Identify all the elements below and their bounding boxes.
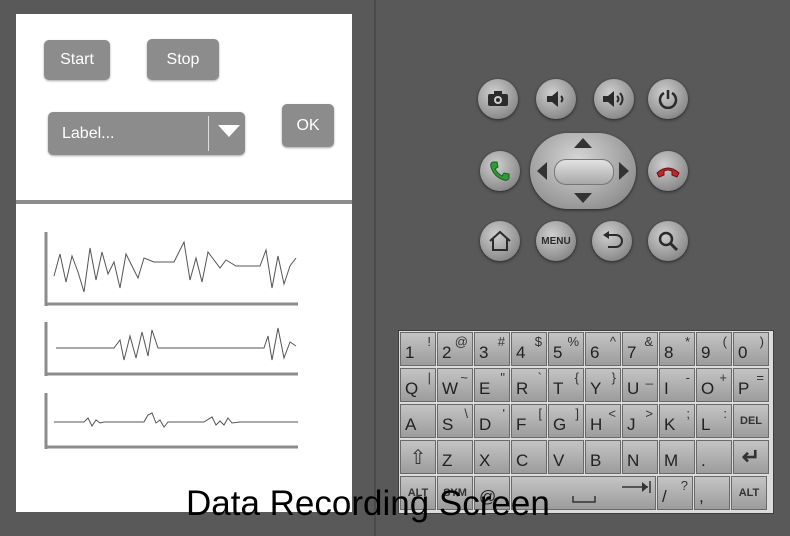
key-o[interactable]: O + (696, 368, 732, 402)
key-g[interactable]: G] (548, 404, 584, 438)
volume-down-button[interactable] (536, 79, 576, 119)
key-t[interactable]: T{ (548, 368, 584, 402)
arrow-down-icon (574, 193, 592, 203)
key-z[interactable]: Z (437, 440, 473, 474)
home-icon (489, 230, 511, 251)
key-5[interactable]: 5% (548, 332, 584, 366)
key-u[interactable]: U _ (622, 368, 658, 402)
spinner-divider (208, 116, 209, 151)
key-p[interactable]: P = (733, 368, 769, 402)
space-icon (572, 496, 596, 503)
key-6[interactable]: 6 ^ (585, 332, 621, 366)
key-y[interactable]: Y} (585, 368, 621, 402)
device-controls-panel: MENU 1! 2 @ 3 # 4 $ 5% 6 ^ 7 & 8 * 9( 0) Q | W ~ (374, 0, 790, 536)
dpad-center-button[interactable] (554, 159, 614, 185)
key-x[interactable]: X (474, 440, 510, 474)
key-comma[interactable]: , (694, 476, 730, 510)
arrow-right-icon (619, 162, 629, 180)
key-b[interactable]: B (585, 440, 621, 474)
enter-icon: ↵ (741, 444, 761, 469)
key-w[interactable]: W ~ (437, 368, 473, 402)
key-a[interactable]: A (400, 404, 436, 438)
call-icon (490, 161, 510, 181)
app-screen: Start Stop Label... OK (16, 14, 352, 512)
volume-down-icon (547, 91, 564, 107)
key-8[interactable]: 8 * (659, 332, 695, 366)
signal-graph-3 (44, 393, 300, 451)
key-enter[interactable]: ↵ (733, 440, 769, 474)
dpad[interactable] (530, 133, 636, 209)
key-7[interactable]: 7 & (622, 332, 658, 366)
keyboard-row-2: Q | W ~ E " R ` T{ Y} U _ I- O + P = (399, 367, 769, 403)
key-i[interactable]: I- (659, 368, 695, 402)
keyboard-row-3: A S \ D ' F[ G] H < J > K; L: DEL (399, 403, 769, 439)
spinner-value: Label... (62, 124, 115, 142)
power-button[interactable] (648, 79, 688, 119)
chevron-down-icon (218, 125, 240, 137)
key-q[interactable]: Q | (400, 368, 436, 402)
keyboard-row-4: ⇧ Z X C V B N M . ↵ (399, 439, 769, 475)
back-button[interactable] (592, 221, 632, 261)
back-icon (603, 231, 623, 248)
delete-icon: DEL (740, 415, 762, 427)
key-4[interactable]: 4 $ (511, 332, 547, 366)
power-icon (658, 90, 678, 109)
screen-caption: Data Recording Screen (186, 484, 550, 523)
menu-button[interactable]: MENU (536, 221, 576, 261)
signal-graph-1 (44, 232, 300, 308)
start-button[interactable]: Start (44, 40, 110, 80)
key-n[interactable]: N (622, 440, 658, 474)
key-del[interactable]: DEL (733, 404, 769, 438)
key-f[interactable]: F[ (511, 404, 547, 438)
search-icon (658, 231, 679, 252)
home-button[interactable] (480, 221, 520, 261)
shift-icon: ⇧ (409, 446, 427, 469)
key-d[interactable]: D ' (474, 404, 510, 438)
ok-button[interactable]: OK (282, 104, 334, 147)
tab-icon (622, 481, 651, 493)
key-e[interactable]: E " (474, 368, 510, 402)
volume-up-button[interactable] (594, 79, 634, 119)
key-v[interactable]: V (548, 440, 584, 474)
key-c[interactable]: C (511, 440, 547, 474)
search-button[interactable] (648, 221, 688, 261)
camera-button[interactable] (478, 79, 518, 119)
key-0[interactable]: 0) (733, 332, 769, 366)
signal-graph-2 (44, 322, 300, 378)
key-s[interactable]: S \ (437, 404, 473, 438)
arrow-up-icon (574, 138, 592, 148)
keyboard-row-1: 1! 2 @ 3 # 4 $ 5% 6 ^ 7 & 8 * 9( 0) (399, 331, 769, 367)
arrow-left-icon (537, 162, 547, 180)
key-k[interactable]: K; (659, 404, 695, 438)
key-r[interactable]: R ` (511, 368, 547, 402)
section-divider (16, 200, 352, 204)
label-spinner[interactable]: Label... (48, 112, 245, 155)
key-9[interactable]: 9( (696, 332, 732, 366)
key-alt-right[interactable]: ALT (731, 476, 767, 510)
key-slash[interactable]: /? (657, 476, 693, 510)
key-period[interactable]: . (696, 440, 732, 474)
camera-icon (488, 91, 508, 106)
volume-up-icon (603, 91, 624, 107)
end-call-icon (656, 167, 680, 178)
menu-label: MENU (541, 235, 571, 247)
end-call-button[interactable] (648, 151, 688, 191)
stop-button[interactable]: Stop (147, 39, 219, 80)
call-button[interactable] (480, 151, 520, 191)
key-h[interactable]: H < (585, 404, 621, 438)
key-j[interactable]: J > (622, 404, 658, 438)
key-3[interactable]: 3 # (474, 332, 510, 366)
key-2[interactable]: 2 @ (437, 332, 473, 366)
key-shift[interactable]: ⇧ (400, 440, 436, 474)
key-m[interactable]: M (659, 440, 695, 474)
key-l[interactable]: L: (696, 404, 732, 438)
key-1[interactable]: 1! (400, 332, 436, 366)
